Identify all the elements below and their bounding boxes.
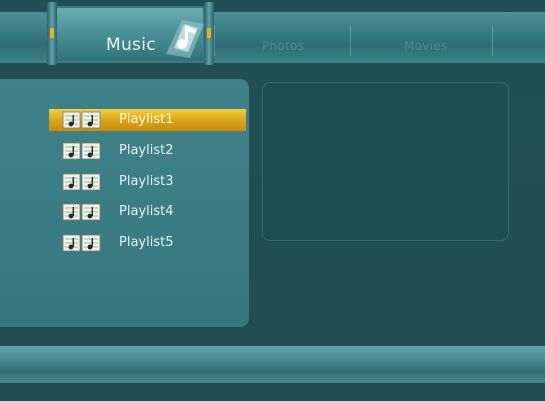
playlist-notes-icon: [62, 142, 101, 160]
playlist-item-4[interactable]: Playlist4: [49, 201, 246, 223]
tab-left-cap: [47, 2, 57, 65]
playlist-notes-icon: [62, 234, 101, 252]
tab-photos[interactable]: Photos: [262, 39, 304, 53]
playlist-notes-icon: [62, 111, 101, 129]
preview-panel: [262, 82, 509, 241]
tab-music[interactable]: Music: [47, 2, 214, 65]
playlist-item-2[interactable]: Playlist2: [49, 140, 246, 162]
bottom-footer: [0, 383, 545, 401]
playlist-item-label: Playlist4: [119, 204, 174, 219]
tab-separator: [492, 26, 493, 56]
playlist-item-label: Playlist5: [119, 235, 174, 250]
playlist-item-3[interactable]: Playlist3: [49, 171, 246, 193]
playlist-item-label: Playlist3: [119, 174, 174, 189]
media-player-screen: Photos Movies Music Playlist1 Playlist2 …: [0, 0, 545, 401]
bottom-bar: [0, 346, 545, 383]
tab-separator: [214, 26, 215, 56]
playlist-notes-icon: [62, 173, 101, 191]
playlist-notes-icon: [62, 203, 101, 221]
playlist-item-1[interactable]: Playlist1: [49, 109, 246, 131]
tab-movies[interactable]: Movies: [404, 39, 448, 53]
playlist-item-label: Playlist1: [119, 112, 174, 127]
playlist-item-5[interactable]: Playlist5: [49, 232, 246, 254]
tab-separator: [350, 26, 351, 56]
music-notes-icon: [166, 20, 204, 58]
playlist-item-label: Playlist2: [119, 143, 174, 158]
tab-music-label: Music: [106, 35, 156, 55]
